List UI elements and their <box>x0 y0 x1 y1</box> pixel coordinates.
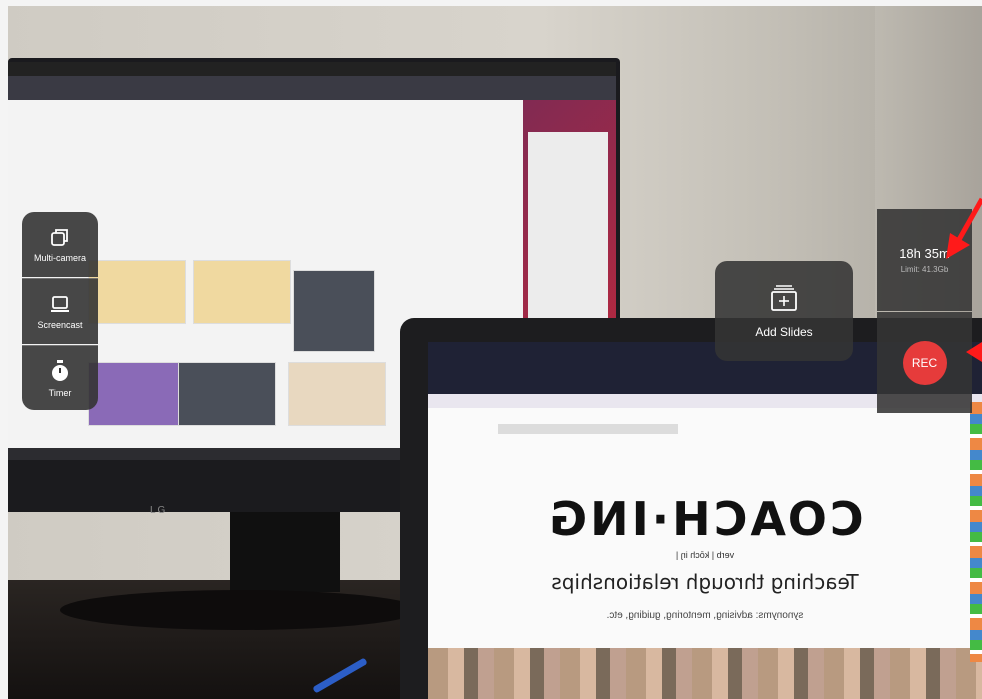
laptop-verb: verb | kōch iŋ | <box>675 550 735 560</box>
timer-label: Timer <box>48 387 72 398</box>
laptop-icon <box>50 294 70 314</box>
screencast-label: Screencast <box>37 319 83 330</box>
add-slides-label: Add Slides <box>755 324 813 339</box>
add-slides-button[interactable]: Add Slides <box>715 261 853 361</box>
annotation-arrow-icon <box>966 342 982 362</box>
record-button[interactable]: REC <box>902 340 947 385</box>
stopwatch-icon <box>50 359 70 382</box>
storage-limit: Limit: 41.3Gb <box>900 265 949 274</box>
multi-camera-button[interactable]: Multi-camera <box>22 212 98 277</box>
record-label: REC <box>911 355 938 370</box>
timer-button[interactable]: Timer <box>22 345 98 410</box>
monitor-brand-logo: LG <box>150 505 168 516</box>
annotation-arrow-icon <box>946 197 982 259</box>
laptop-synonyms: synonyms: advising, mentoring, guiding, … <box>606 610 804 621</box>
laptop-headline: COACH·ING <box>546 492 864 546</box>
laptop-photo-strip <box>428 648 982 699</box>
add-slides-icon <box>770 284 798 317</box>
multi-camera-icon <box>50 227 70 247</box>
laptop-tagline: Teaching through relationships <box>551 570 859 594</box>
screencast-button[interactable]: Screencast <box>22 278 98 344</box>
record-panel: REC <box>877 312 972 413</box>
multi-camera-label: Multi-camera <box>33 252 86 263</box>
capture-mode-toolbar: Multi-camera Screencast Timer <box>22 212 98 410</box>
